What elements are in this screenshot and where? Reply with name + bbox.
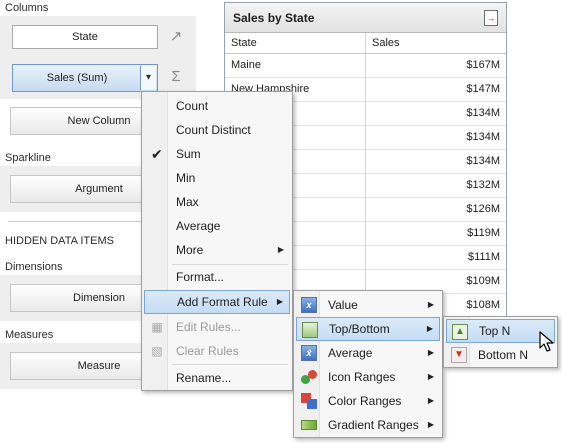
menu-item-label: Min (176, 171, 196, 185)
menu-item-top-bottom-rule[interactable]: Top/Bottom ▶ (296, 317, 440, 341)
gradient-ranges-icon (301, 420, 317, 430)
menu-item-label: Format... (176, 270, 225, 284)
menu-item-label: Top/Bottom (329, 322, 390, 336)
menu-separator (172, 364, 288, 365)
menu-item-add-format-rule[interactable]: Add Format Rule ▶ (144, 290, 290, 314)
sparkline-section-label: Sparkline (5, 152, 51, 164)
columns-section-label: Columns (5, 2, 49, 14)
menu-item-average-rule[interactable]: x̄ Average ▶ (296, 341, 440, 365)
menu-item-value-rule[interactable]: x Value ▶ (296, 293, 440, 317)
grid-caption: Sales by State → (225, 3, 506, 33)
color-ranges-icon (301, 393, 317, 409)
menu-item-edit-rules[interactable]: ▦ Edit Rules... (144, 315, 290, 339)
menu-item-min[interactable]: Min (144, 166, 290, 190)
sales-cell: $167M (466, 59, 500, 71)
data-item-context-menu: Count Count Distinct ✔ Sum Min Max Averag… (141, 91, 293, 391)
sales-cell: $132M (466, 179, 500, 191)
menu-item-label: Gradient Ranges (328, 418, 419, 432)
top-bottom-rule-icon (302, 322, 318, 338)
menu-item-label: Count (176, 99, 209, 113)
menu-item-format[interactable]: Format... (144, 265, 290, 289)
clear-rules-icon: ▧ (151, 344, 163, 358)
submenu-arrow-icon: ▶ (427, 420, 434, 429)
menu-item-color-ranges[interactable]: Color Ranges ▶ (296, 389, 440, 413)
dimensions-section-label: Dimensions (5, 261, 63, 273)
sales-cell: $147M (466, 83, 500, 95)
value-rule-icon: x (301, 297, 317, 313)
average-rule-icon: x̄ (301, 345, 317, 361)
sales-sum-column-item[interactable]: Sales (Sum) ▾ (12, 64, 158, 92)
column-header-state[interactable]: State (225, 33, 366, 53)
menu-item-label: Add Format Rule (177, 295, 268, 309)
menu-item-label: Average (328, 346, 373, 360)
format-rule-submenu: x Value ▶ Top/Bottom ▶ x̄ Average ▶ Icon… (293, 290, 443, 438)
submenu-arrow-icon: ▶ (426, 324, 433, 333)
submenu-arrow-icon: ▶ (427, 372, 434, 381)
column-header-sales[interactable]: Sales (366, 33, 506, 53)
sales-cell: $126M (466, 203, 500, 215)
submenu-arrow-icon: ▶ (427, 348, 434, 357)
submenu-arrow-icon: ▶ (427, 300, 434, 309)
bottom-n-icon: ▼ (451, 347, 467, 363)
menu-item-average[interactable]: Average (144, 214, 290, 238)
menu-item-label: Value (328, 298, 358, 312)
table-row[interactable]: Maine $167M (225, 54, 506, 78)
grid-header-row: State Sales (225, 33, 506, 54)
state-column-item[interactable]: State (12, 25, 158, 49)
edit-rules-icon: ▦ (151, 320, 163, 334)
sales-cell: $134M (466, 131, 500, 143)
mouse-cursor-icon (539, 331, 554, 352)
state-cell: Maine (225, 54, 366, 77)
export-icon[interactable]: → (484, 10, 498, 26)
menu-item-clear-rules[interactable]: ▧ Clear Rules (144, 339, 290, 363)
measures-section-label: Measures (5, 329, 54, 341)
menu-item-max[interactable]: Max (144, 190, 290, 214)
menu-item-count[interactable]: Count (144, 94, 290, 118)
sales-cell: $134M (466, 107, 500, 119)
submenu-arrow-icon: ▶ (276, 297, 283, 306)
checkmark-icon: ✔ (151, 146, 163, 162)
sales-cell: $119M (467, 227, 500, 239)
menu-item-label: More (176, 243, 204, 257)
chevron-down-icon[interactable]: ▾ (140, 66, 156, 90)
grid-title: Sales by State (233, 11, 315, 25)
sales-cell: $134M (466, 155, 500, 167)
sales-cell: $111M (467, 251, 500, 263)
menu-item-label: Clear Rules (176, 344, 239, 358)
menu-item-icon-ranges[interactable]: Icon Ranges ▶ (296, 365, 440, 389)
menu-item-label: Count Distinct (176, 123, 251, 137)
menu-item-sum[interactable]: ✔ Sum (144, 142, 290, 166)
column-type-icon[interactable]: ↗ (167, 28, 185, 46)
submenu-arrow-icon: ▶ (427, 396, 434, 405)
menu-item-label: Icon Ranges (328, 370, 396, 384)
menu-item-label: Rename... (176, 371, 232, 385)
menu-item-count-distinct[interactable]: Count Distinct (144, 118, 290, 142)
menu-item-more[interactable]: More ▶ (144, 238, 290, 262)
menu-item-label: Top N (479, 324, 511, 338)
submenu-arrow-icon: ▶ (277, 245, 284, 254)
menu-item-label: Max (176, 195, 199, 209)
menu-item-label: Bottom N (478, 348, 529, 362)
icon-ranges-icon (301, 369, 317, 385)
hidden-data-items-label: HIDDEN DATA ITEMS (5, 235, 114, 247)
menu-item-label: Sum (176, 147, 201, 161)
menu-item-label: Color Ranges (328, 394, 402, 408)
menu-item-label: Edit Rules... (176, 320, 241, 334)
menu-item-rename[interactable]: Rename... (144, 366, 290, 390)
sigma-icon[interactable]: Σ (167, 68, 185, 86)
sales-sum-label: Sales (Sum) (46, 72, 108, 84)
menu-item-label: Average (176, 219, 221, 233)
menu-item-gradient-ranges[interactable]: Gradient Ranges ▶ (296, 413, 440, 437)
top-n-icon: ▲ (452, 324, 468, 340)
